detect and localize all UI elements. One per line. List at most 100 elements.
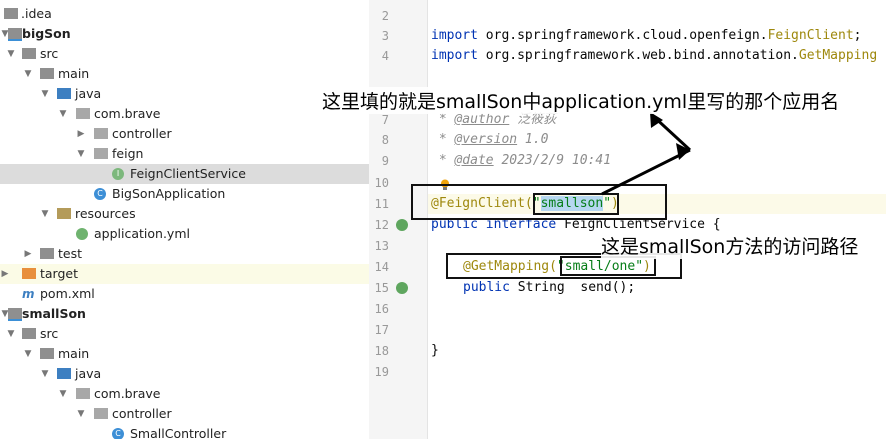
keyword: import (431, 28, 478, 43)
class-name: FeignClient (767, 28, 854, 43)
code-line-doc-version: * @version 1.0 (431, 130, 549, 150)
highlight-box-path (560, 256, 656, 276)
tree-item-src[interactable]: ▼ src (0, 324, 369, 344)
package-icon (94, 128, 108, 139)
tree-item-bigsonapplication[interactable]: C BigSonApplication (0, 184, 369, 204)
semicolon: ; (853, 28, 862, 43)
resources-folder-icon (57, 208, 71, 219)
tree-item-java[interactable]: ▼ java (0, 364, 369, 384)
chevron-down-icon[interactable]: ▼ (6, 324, 16, 344)
code-line-doc-date: * @date 2023/2/9 10:41 (431, 151, 611, 171)
class-icon: C (94, 188, 106, 200)
method-signature: String send(); (509, 280, 636, 295)
tree-item-idea[interactable]: .idea (0, 4, 369, 24)
package-icon (76, 108, 90, 119)
keyword: import (431, 48, 478, 63)
tree-item-main[interactable]: ▼ main (0, 344, 369, 364)
line-number: 14 (374, 260, 389, 274)
tree-item-application-yml[interactable]: application.yml (0, 224, 369, 244)
folder-icon (40, 248, 54, 259)
tree-item-pom-xml[interactable]: m pom.xml (0, 284, 369, 304)
line-number: 13 (374, 239, 389, 253)
comment: * (431, 112, 455, 127)
folder-icon (40, 68, 54, 79)
closing-brace: } (431, 343, 439, 358)
chevron-down-icon[interactable]: ▼ (23, 344, 33, 364)
folder-icon (40, 348, 54, 359)
chevron-down-icon[interactable]: ▼ (58, 104, 68, 124)
tree-item-feignclientservice[interactable]: I FeignClientService (0, 164, 369, 184)
source-folder-icon (57, 368, 71, 379)
tree-item-bigson[interactable]: ▼ bigSon (0, 24, 369, 44)
line-number: 3 (381, 29, 389, 43)
tree-item-java[interactable]: ▼ java (0, 84, 369, 104)
doc-tag: @version (454, 132, 518, 147)
line-number: 15 (374, 281, 389, 295)
line-number: 17 (374, 323, 389, 337)
code-line-import-feignclient: import org.springframework.cloud.openfei… (431, 26, 861, 46)
code-line-close-brace: } (431, 341, 439, 361)
package-text: org.springframework.cloud.openfeign. (477, 28, 768, 43)
tree-item-smallcontroller[interactable]: C SmallController (0, 424, 369, 439)
line-number: 10 (374, 176, 389, 190)
line-number: 11 (374, 197, 389, 211)
package-icon (94, 148, 108, 159)
tree-item-feign[interactable]: ▼ feign (0, 144, 369, 164)
chevron-right-icon[interactable]: ▶ (0, 264, 10, 284)
package-icon (94, 408, 108, 419)
tree-item-com-brave[interactable]: ▼ com.brave (0, 104, 369, 124)
yml-file-icon (76, 228, 88, 240)
chevron-down-icon[interactable]: ▼ (76, 404, 86, 424)
line-number: 18 (374, 344, 389, 358)
implementation-gutter-icon[interactable] (396, 282, 408, 294)
tree-item-com-brave[interactable]: ▼ com.brave (0, 384, 369, 404)
code-line-method-decl: public String send(); (463, 278, 635, 298)
line-number: 2 (381, 9, 389, 23)
comment: 泛筱荻 (509, 112, 557, 127)
class-icon: C (112, 428, 124, 439)
line-number: 16 (374, 302, 389, 316)
line-number: 8 (381, 133, 389, 147)
tree-item-test[interactable]: ▶ test (0, 244, 369, 264)
tree-item-main[interactable]: ▼ main (0, 64, 369, 84)
chevron-down-icon[interactable]: ▼ (40, 204, 50, 224)
module-folder-icon (8, 28, 22, 41)
line-number: 19 (374, 365, 389, 379)
chevron-right-icon[interactable]: ▶ (76, 124, 86, 144)
implementation-gutter-icon[interactable] (396, 219, 408, 231)
callout-application-name: 这里填的就是smallSon中application.yml里写的那个应用名 (322, 87, 840, 114)
line-number: 9 (381, 154, 389, 168)
chevron-down-icon[interactable]: ▼ (76, 144, 86, 164)
code-line-import-getmapping: import org.springframework.web.bind.anno… (431, 46, 877, 66)
chevron-down-icon[interactable]: ▼ (58, 384, 68, 404)
line-number: 4 (381, 49, 389, 63)
tree-item-smallson[interactable]: ▼ smallSon (0, 304, 369, 324)
chevron-down-icon[interactable]: ▼ (40, 364, 50, 384)
doc-tag: @author (454, 112, 510, 127)
tree-item-resources[interactable]: ▼ resources (0, 204, 369, 224)
excluded-folder-icon (22, 268, 36, 279)
maven-icon: m (22, 287, 35, 301)
folder-icon (22, 328, 36, 339)
tree-item-src[interactable]: ▼ src (0, 44, 369, 64)
chevron-down-icon[interactable]: ▼ (40, 84, 50, 104)
package-icon (76, 388, 90, 399)
module-folder-icon (8, 308, 22, 321)
source-folder-icon (57, 88, 71, 99)
tree-item-controller[interactable]: ▼ controller (0, 404, 369, 424)
package-text: org.springframework.web.bind.annotation. (477, 48, 799, 63)
chevron-right-icon[interactable]: ▶ (23, 244, 33, 264)
folder-icon (22, 48, 36, 59)
tree-item-target[interactable]: ▶ target (0, 264, 369, 284)
folder-icon (4, 8, 18, 19)
tree-item-controller[interactable]: ▶ controller (0, 124, 369, 144)
callout-arrow-icon (601, 112, 692, 196)
chevron-down-icon[interactable]: ▼ (23, 64, 33, 84)
comment: * (431, 132, 455, 147)
project-tree: .idea ▼ bigSon ▼ src ▼ main ▼ java ▼ com… (0, 0, 370, 439)
comment: * (431, 153, 455, 168)
comment: 1.0 (517, 132, 549, 147)
chevron-down-icon[interactable]: ▼ (6, 44, 16, 64)
class-name: GetMapping (798, 48, 878, 63)
line-number: 12 (374, 218, 389, 232)
